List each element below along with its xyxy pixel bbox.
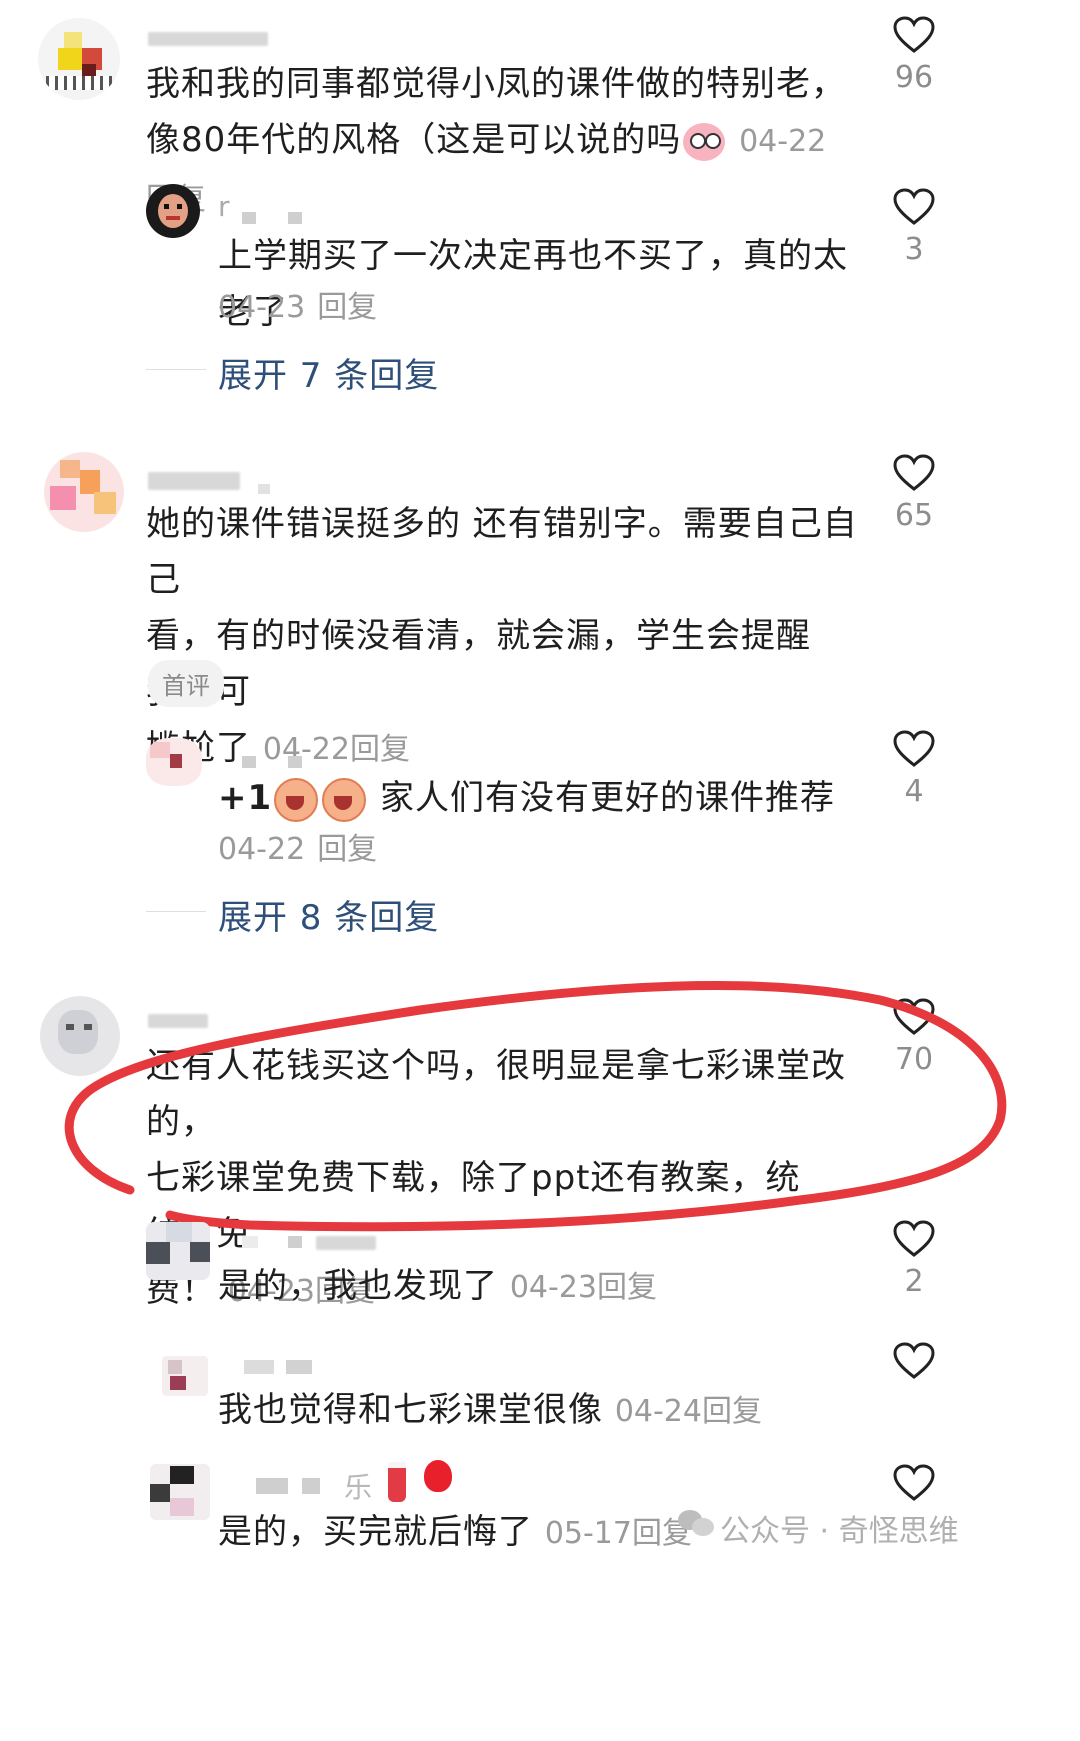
username-blurred: [288, 1236, 302, 1248]
username-blurred: [302, 1478, 320, 1494]
reply-button[interactable]: 回复: [702, 1394, 762, 1429]
heart-icon[interactable]: [893, 1464, 935, 1502]
avatar[interactable]: [146, 1222, 210, 1280]
reply-text-content: 是的，我也发现了: [218, 1266, 498, 1306]
avatar[interactable]: [162, 1356, 208, 1396]
heart-icon[interactable]: [893, 1342, 935, 1380]
like-button[interactable]: [884, 1342, 944, 1380]
reply-button[interactable]: 回复: [597, 1270, 657, 1305]
reply-date: 04-24: [614, 1394, 702, 1429]
red-balloon-icon: [424, 1460, 452, 1492]
reply-text-content: 是的，买完就后悔了: [218, 1512, 533, 1552]
like-count: 2: [904, 1264, 924, 1299]
reply-date: 04-23: [509, 1270, 597, 1305]
drink-cup-icon: [388, 1462, 406, 1502]
username-blurred: [286, 1360, 312, 1374]
reply-text-content: 我也觉得和七彩课堂很像: [218, 1390, 603, 1430]
username[interactable]: 乐: [344, 1466, 372, 1506]
username-blurred: [242, 1236, 258, 1248]
wechat-icon: [678, 1510, 714, 1538]
heart-icon[interactable]: [893, 1220, 935, 1258]
watermark-text: 公众号 · 奇怪思维: [720, 1514, 959, 1549]
reply-text: 我也觉得和七彩课堂很像 04-24回复: [218, 1382, 878, 1440]
reply-text: 是的，我也发现了 04-23回复: [218, 1258, 878, 1316]
username-blurred: [256, 1478, 288, 1494]
like-button[interactable]: 2: [884, 1220, 944, 1299]
username-blurred: [316, 1236, 376, 1250]
reply-text: 是的，买完就后悔了 05-17回复: [218, 1504, 738, 1562]
avatar[interactable]: [150, 1464, 210, 1520]
like-button[interactable]: [884, 1464, 944, 1502]
reply-date: 05-17: [544, 1516, 632, 1551]
username-blurred: [244, 1360, 274, 1374]
